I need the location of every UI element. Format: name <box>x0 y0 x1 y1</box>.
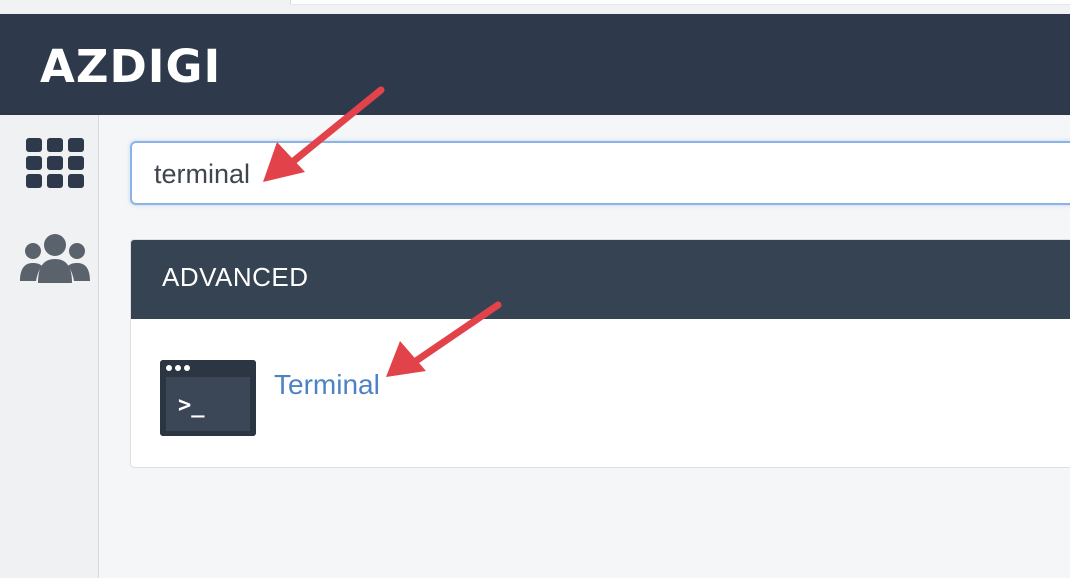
section-title: ADVANCED <box>162 262 309 292</box>
terminal-tool-link[interactable]: >_ Terminal <box>160 357 560 437</box>
users-icon[interactable] <box>20 233 90 283</box>
results-panel: ADVANCED >_ Terminal <box>130 239 1070 468</box>
brand-logo[interactable]: AZDIGI <box>40 40 221 93</box>
browser-tab-edge <box>290 0 1070 4</box>
browser-top-strip <box>0 0 1070 15</box>
terminal-icon[interactable]: >_ <box>160 360 256 436</box>
terminal-prompt-glyph: >_ <box>178 393 205 418</box>
left-sidebar <box>0 115 99 578</box>
top-header: AZDIGI <box>0 14 1070 115</box>
main-content: ADVANCED >_ Terminal <box>99 115 1070 578</box>
search-box[interactable] <box>130 141 1070 205</box>
terminal-link-label[interactable]: Terminal <box>274 369 380 401</box>
section-header: ADVANCED <box>131 240 1070 319</box>
apps-grid-icon[interactable] <box>26 138 84 188</box>
search-input[interactable] <box>154 155 1054 193</box>
app-window: AZDIGI terminal ADVANCED >_ Terminal <box>0 0 1070 578</box>
